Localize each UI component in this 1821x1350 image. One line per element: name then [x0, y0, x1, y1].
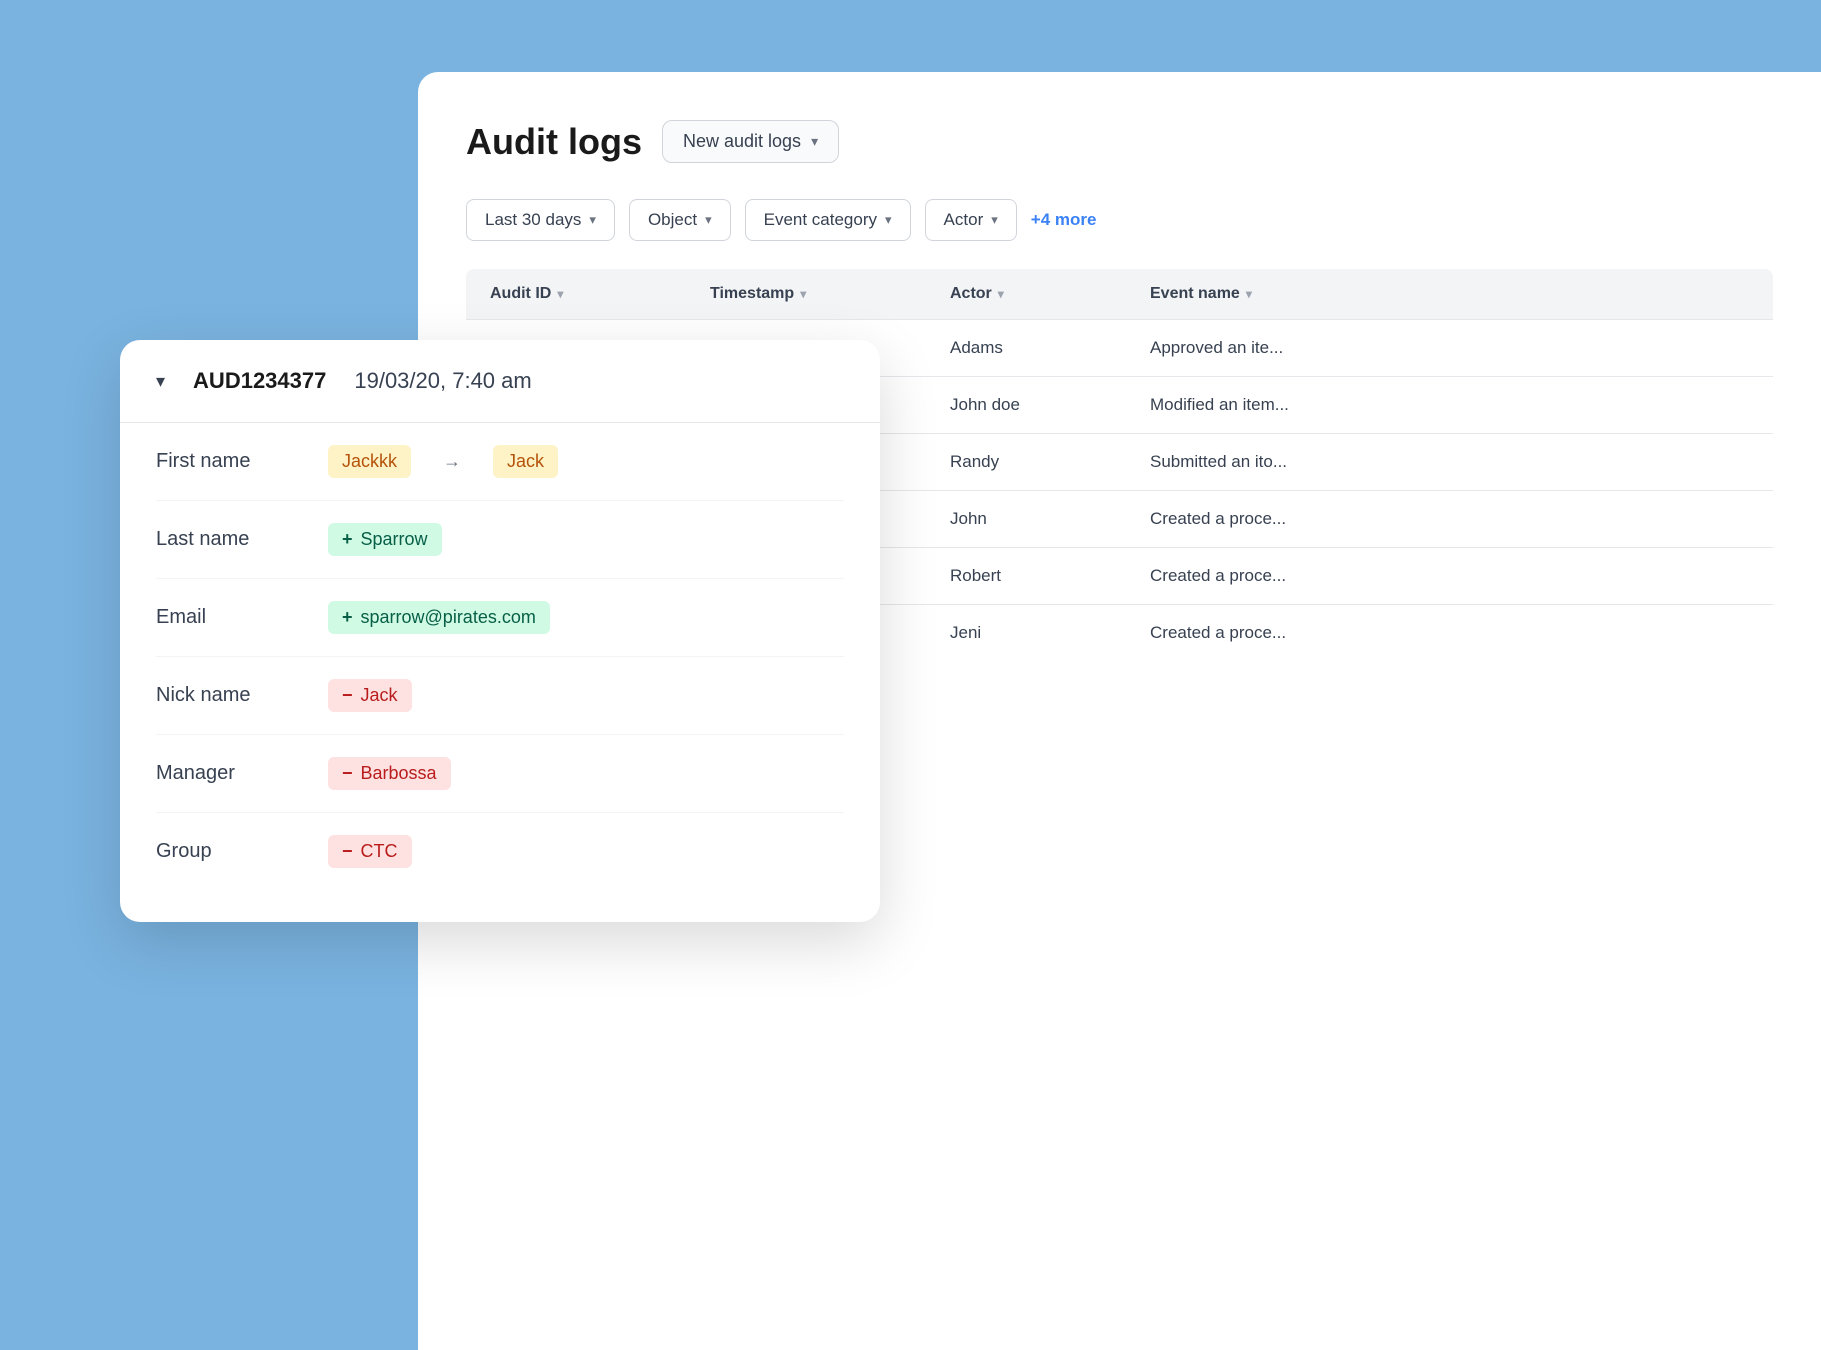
cell-event: Created a proce... — [1150, 566, 1749, 586]
cell-event: Created a proce... — [1150, 623, 1749, 643]
cell-event: Approved an ite... — [1150, 338, 1749, 358]
detail-card: ▾ AUD1234377 19/03/20, 7:40 am First nam… — [120, 340, 880, 922]
chevron-down-icon: ▾ — [991, 212, 998, 228]
filter-date-label: Last 30 days — [485, 210, 581, 230]
field-label: Nick name — [156, 684, 296, 707]
field-label: First name — [156, 450, 296, 473]
cell-event: Submitted an ito... — [1150, 452, 1749, 472]
added-value-badge: + sparrow@pirates.com — [328, 601, 550, 634]
detail-field-manager: Manager − Barbossa — [156, 735, 844, 813]
field-label: Manager — [156, 762, 296, 785]
detail-field-group: Group − CTC — [156, 813, 844, 890]
sort-icon: ▾ — [557, 287, 563, 301]
cell-event: Modified an item... — [1150, 395, 1749, 415]
new-value-badge: Jack — [493, 445, 558, 478]
filter-event-category[interactable]: Event category ▾ — [745, 199, 911, 241]
sort-icon: ▾ — [998, 287, 1004, 301]
filter-event-category-label: Event category — [764, 210, 877, 230]
arrow-icon: → — [443, 451, 461, 472]
removed-value-badge: − Jack — [328, 679, 412, 712]
removed-value-badge: − Barbossa — [328, 757, 451, 790]
collapse-icon[interactable]: ▾ — [156, 371, 165, 392]
detail-field-lastname: Last name + Sparrow — [156, 501, 844, 579]
removed-value-badge: − CTC — [328, 835, 412, 868]
chevron-down-icon: ▾ — [589, 212, 596, 228]
col-event-name[interactable]: Event name ▾ — [1150, 285, 1749, 303]
detail-timestamp: 19/03/20, 7:40 am — [354, 368, 531, 394]
cell-actor: Adams — [950, 338, 1150, 358]
audit-type-dropdown[interactable]: New audit logs ▾ — [662, 120, 839, 163]
chevron-down-icon: ▾ — [705, 212, 712, 228]
filter-actor[interactable]: Actor ▾ — [925, 199, 1017, 241]
field-label: Group — [156, 840, 296, 863]
cell-actor: John — [950, 509, 1150, 529]
filter-object-label: Object — [648, 210, 697, 230]
chevron-down-icon: ▾ — [885, 212, 892, 228]
detail-field-nickname: Nick name − Jack — [156, 657, 844, 735]
filter-object[interactable]: Object ▾ — [629, 199, 731, 241]
header-row: Audit logs New audit logs ▾ — [466, 120, 1773, 163]
audit-type-label: New audit logs — [683, 131, 801, 152]
filter-actor-label: Actor — [944, 210, 984, 230]
col-audit-id[interactable]: Audit ID ▾ — [490, 285, 710, 303]
page-title: Audit logs — [466, 121, 642, 163]
cell-actor: Jeni — [950, 623, 1150, 643]
col-timestamp[interactable]: Timestamp ▾ — [710, 285, 950, 303]
added-value-badge: + Sparrow — [328, 523, 442, 556]
col-actor[interactable]: Actor ▾ — [950, 285, 1150, 303]
chevron-down-icon: ▾ — [811, 133, 818, 150]
sort-icon: ▾ — [800, 287, 806, 301]
detail-field-email: Email + sparrow@pirates.com — [156, 579, 844, 657]
detail-field-firstname: First name Jackkk → Jack — [156, 423, 844, 501]
cell-actor: Robert — [950, 566, 1150, 586]
detail-body: First name Jackkk → Jack Last name + Spa… — [120, 423, 880, 922]
cell-actor: John doe — [950, 395, 1150, 415]
detail-audit-id: AUD1234377 — [193, 368, 326, 394]
cell-actor: Randy — [950, 452, 1150, 472]
old-value-badge: Jackkk — [328, 445, 411, 478]
cell-event: Created a proce... — [1150, 509, 1749, 529]
field-label: Email — [156, 606, 296, 629]
more-filters-link[interactable]: +4 more — [1031, 210, 1097, 230]
table-header: Audit ID ▾ Timestamp ▾ Actor ▾ Event nam… — [466, 269, 1773, 319]
filter-row: Last 30 days ▾ Object ▾ Event category ▾… — [466, 199, 1773, 241]
filter-date[interactable]: Last 30 days ▾ — [466, 199, 615, 241]
field-label: Last name — [156, 528, 296, 551]
sort-icon: ▾ — [1246, 287, 1252, 301]
detail-header: ▾ AUD1234377 19/03/20, 7:40 am — [120, 340, 880, 423]
